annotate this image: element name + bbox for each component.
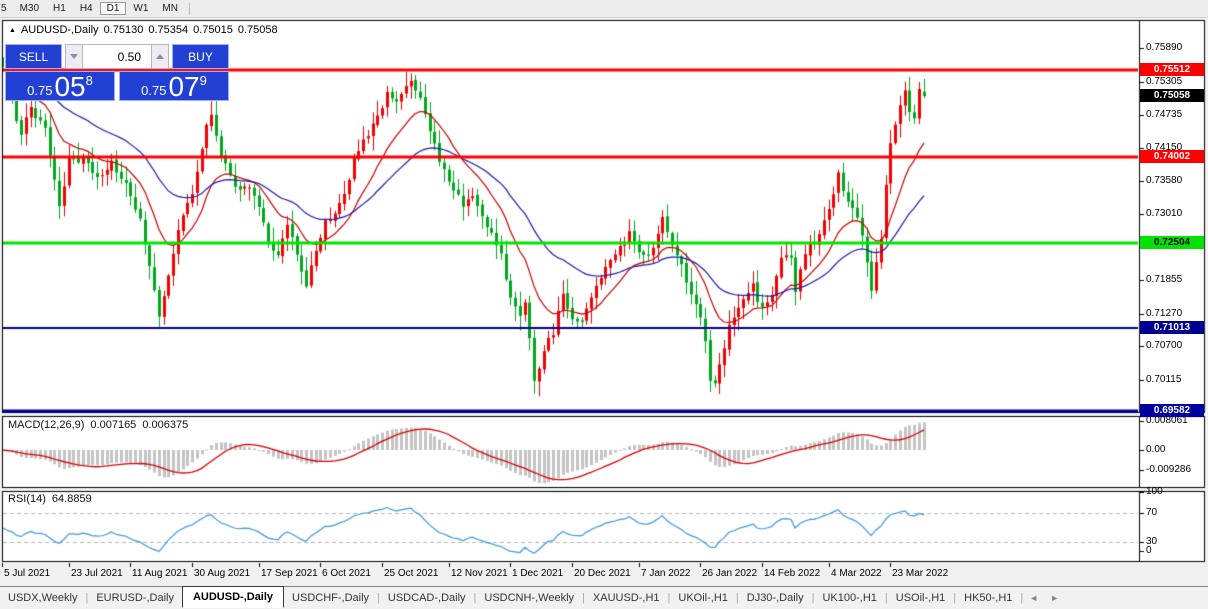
price-axis-tick: 0.74735 <box>1146 109 1182 121</box>
price-axis-tick: 0.71270 <box>1146 308 1182 320</box>
price-axis-tick: 0.75890 <box>1146 42 1182 54</box>
tab-dj30-daily[interactable]: DJ30-,Daily <box>739 589 812 607</box>
tab-ukoil-h1[interactable]: UKOil-,H1 <box>670 589 736 607</box>
buy-price-display[interactable]: 0.75 07 9 <box>119 71 229 101</box>
volume-increase-button[interactable] <box>151 44 169 69</box>
timeframe-button-m30[interactable]: M30 <box>13 2 46 15</box>
rsi-value: 64.8859 <box>52 493 92 505</box>
date-axis-label: 4 Mar 2022 <box>831 568 882 579</box>
tab-usdcad-daily[interactable]: USDCAD-,Daily <box>380 589 474 607</box>
one-click-trading-panel: SELL 0.50 BUY 0.75 05 8 0.75 07 9 <box>5 44 229 101</box>
rsi-axis-tick: 100 <box>1146 486 1163 498</box>
macd-main-value: 0.007165 <box>90 419 136 431</box>
sell-price-pip-digit: 8 <box>86 74 93 87</box>
date-axis-label: 26 Jan 2022 <box>702 568 757 579</box>
price-axis-tick: 0.70115 <box>1146 374 1181 386</box>
price-level-badge: 0.69582 <box>1140 404 1204 417</box>
ohlc-close: 0.75058 <box>238 24 278 36</box>
macd-name: MACD(12,26,9) <box>8 419 84 431</box>
tab-audusd-daily[interactable]: AUDUSD-,Daily <box>182 586 284 608</box>
sell-price-big-digits: 05 <box>54 74 85 99</box>
toolbar-separator <box>189 3 190 15</box>
buy-price-pip-digit: 9 <box>200 74 207 87</box>
mt4-terminal-window: 5M30H1H4D1W1MN ▲ AUDUSD-,Daily 0.75130 0.75… <box>0 0 1208 609</box>
rsi-indicator-label: RSI(14) 64.8859 <box>8 493 98 505</box>
sell-price-display[interactable]: 0.75 05 8 <box>5 71 115 101</box>
triangle-down-icon <box>70 54 78 59</box>
ohlc-low: 0.75015 <box>193 24 233 36</box>
chart-symbol-label: AUDUSD-,Daily <box>21 24 99 36</box>
date-axis-label: 23 Jul 2021 <box>71 568 123 579</box>
ohlc-high: 0.75354 <box>148 24 188 36</box>
collapse-panel-icon[interactable]: ▲ <box>9 27 16 34</box>
price-level-badge: 0.75512 <box>1140 63 1204 76</box>
price-level-badge: 0.74002 <box>1140 150 1204 163</box>
price-axis-tick: 0.73010 <box>1146 208 1182 220</box>
tab-uk100-h1[interactable]: UK100-,H1 <box>814 589 884 607</box>
buy-button[interactable]: BUY <box>172 44 229 69</box>
chart-header: ▲ AUDUSD-,Daily 0.75130 0.75354 0.75015 0.750… <box>9 24 283 36</box>
price-axis-tick: 0.73580 <box>1146 175 1182 187</box>
tab-usdx-weekly[interactable]: USDX,Weekly <box>0 589 85 607</box>
timeframe-button-mn[interactable]: MN <box>155 2 185 15</box>
date-axis-label: 25 Oct 2021 <box>384 568 438 579</box>
tab-eurusd-daily[interactable]: EURUSD-,Daily <box>88 589 182 607</box>
tab-scroll-right-button[interactable]: ► <box>1044 593 1065 603</box>
macd-axis-tick: 0.00 <box>1146 444 1165 456</box>
date-axis-label: 17 Sep 2021 <box>261 568 318 579</box>
timeframe-button-d1[interactable]: D1 <box>100 2 127 15</box>
tab-usdcnh-weekly[interactable]: USDCNH-,Weekly <box>476 589 582 607</box>
rsi-axis-tick: 70 <box>1146 507 1157 519</box>
date-axis-label: 14 Feb 2022 <box>764 568 820 579</box>
macd-indicator-label: MACD(12,26,9) 0.007165 0.006375 <box>8 419 194 431</box>
date-axis-label: 12 Nov 2021 <box>451 568 508 579</box>
timeframe-button-w1[interactable]: W1 <box>126 2 155 15</box>
date-axis-label: 1 Dec 2021 <box>512 568 563 579</box>
current-price-badge: 0.75058 <box>1140 89 1204 102</box>
tab-usdchf-daily[interactable]: USDCHF-,Daily <box>284 589 377 607</box>
price-level-badge: 0.71013 <box>1140 321 1204 334</box>
timeframe-toolbar: 5M30H1H4D1W1MN <box>0 0 1208 18</box>
ohlc-open: 0.75130 <box>104 24 144 36</box>
sell-price-prefix: 0.75 <box>27 82 52 99</box>
volume-input[interactable]: 0.50 <box>83 44 151 69</box>
date-axis-label: 6 Oct 2021 <box>322 568 371 579</box>
sell-button[interactable]: SELL <box>5 44 62 69</box>
price-axis-tick: 0.70700 <box>1146 340 1182 352</box>
volume-spinner: 0.50 <box>65 44 169 69</box>
triangle-up-icon <box>156 54 164 59</box>
rsi-axis-tick: 0 <box>1146 545 1152 557</box>
timeframe-button-5[interactable]: 5 <box>0 2 13 15</box>
buy-price-prefix: 0.75 <box>141 82 166 99</box>
price-axis-tick: 0.75305 <box>1146 76 1182 88</box>
macd-axis-tick: -0.009286 <box>1146 464 1191 476</box>
timeframe-button-h1[interactable]: H1 <box>46 2 73 15</box>
rsi-name: RSI(14) <box>8 493 46 505</box>
symbol-tab-bar: USDX,Weekly|EURUSD-,DailyAUDUSD-,DailyUS… <box>0 586 1208 609</box>
date-axis-label: 30 Aug 2021 <box>194 568 250 579</box>
volume-decrease-button[interactable] <box>65 44 83 69</box>
tab-scroll-left-button[interactable]: ◄ <box>1023 593 1044 603</box>
tab-usoil-h1[interactable]: USOil-,H1 <box>888 589 954 607</box>
tab-xauusd-h1[interactable]: XAUUSD-,H1 <box>585 589 668 607</box>
timeframe-button-h4[interactable]: H4 <box>73 2 100 15</box>
buy-price-big-digits: 07 <box>168 74 199 99</box>
price-axis-tick: 0.71855 <box>1146 274 1182 286</box>
macd-signal-value: 0.006375 <box>142 419 188 431</box>
date-axis-label: 5 Jul 2021 <box>4 568 50 579</box>
date-axis-label: 20 Dec 2021 <box>574 568 631 579</box>
tab-hk50-h1[interactable]: HK50-,H1 <box>956 589 1020 607</box>
price-level-badge: 0.72504 <box>1140 236 1204 249</box>
date-axis-label: 23 Mar 2022 <box>892 568 948 579</box>
date-axis-label: 7 Jan 2022 <box>641 568 691 579</box>
date-axis-label: 11 Aug 2021 <box>132 568 187 579</box>
